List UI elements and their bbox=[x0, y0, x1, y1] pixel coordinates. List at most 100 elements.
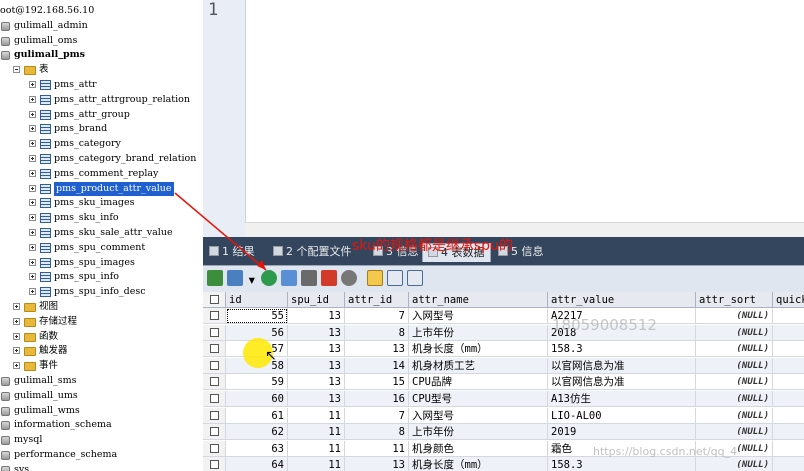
cell-spu_id[interactable]: 11 bbox=[288, 407, 345, 424]
cell-attr_value[interactable]: A13仿生 bbox=[548, 391, 696, 407]
table-row[interactable]: 58 13 14 机身材质工艺 以官网信息为准 (NULL) bbox=[203, 357, 804, 374]
cell-attr_sort[interactable]: (NULL) bbox=[696, 424, 773, 441]
cell-spu_id[interactable]: 11 bbox=[288, 424, 345, 441]
table-row[interactable]: 57 13 13 机身长度（mm） 158.3 (NULL) bbox=[203, 341, 804, 358]
cell-attr_id[interactable]: 16 bbox=[345, 391, 409, 407]
cell-spu_id[interactable]: 11 bbox=[288, 440, 345, 457]
expand-icon[interactable] bbox=[29, 125, 36, 133]
checkbox-icon[interactable] bbox=[209, 443, 219, 453]
cell-quick[interactable] bbox=[773, 374, 804, 391]
cell-quick[interactable] bbox=[773, 391, 804, 407]
cell-attr_value[interactable]: 以官网信息为准 bbox=[548, 374, 696, 391]
cell-attr_name[interactable]: 机身长度（mm） bbox=[409, 341, 548, 358]
expand-icon[interactable] bbox=[29, 110, 36, 118]
column-header-attr_id[interactable]: attr_id bbox=[345, 292, 409, 308]
cancel-icon[interactable] bbox=[341, 270, 357, 286]
checkbox-icon[interactable] bbox=[209, 344, 219, 354]
checkbox-icon[interactable] bbox=[209, 311, 219, 320]
row-checkbox[interactable] bbox=[203, 407, 226, 424]
cell-quick[interactable] bbox=[773, 308, 804, 324]
cell-attr_name[interactable]: 入网型号 bbox=[409, 308, 548, 324]
cell-spu_id[interactable]: 13 bbox=[288, 341, 345, 358]
expand-icon[interactable] bbox=[29, 258, 36, 266]
column-header-attr_name[interactable]: attr_name bbox=[409, 292, 548, 308]
cell-id[interactable]: 59 bbox=[226, 374, 288, 391]
row-checkbox[interactable] bbox=[203, 357, 226, 374]
cell-attr_sort[interactable]: (NULL) bbox=[696, 407, 773, 424]
cell-attr_name[interactable]: 上市年份 bbox=[409, 424, 548, 441]
cell-quick[interactable] bbox=[773, 440, 804, 457]
cell-attr_name[interactable]: 入网型号 bbox=[409, 407, 548, 424]
checkbox-icon[interactable] bbox=[209, 410, 219, 420]
cell-id[interactable]: 55 bbox=[226, 308, 288, 324]
checkbox-icon[interactable] bbox=[209, 327, 219, 337]
cell-attr_id[interactable]: 8 bbox=[345, 424, 409, 441]
cell-attr_value[interactable]: 以官网信息为准 bbox=[548, 357, 696, 374]
cell-attr_sort[interactable]: (NULL) bbox=[696, 357, 773, 374]
expand-icon[interactable] bbox=[13, 303, 20, 310]
cell-attr_value[interactable]: LIO-AL00 bbox=[548, 407, 696, 424]
column-header-quick[interactable]: quick bbox=[773, 292, 804, 308]
cell-attr_name[interactable]: 机身长度（mm） bbox=[409, 457, 548, 471]
expand-icon[interactable] bbox=[29, 155, 36, 162]
import-icon[interactable] bbox=[227, 270, 243, 286]
cell-attr_sort[interactable]: (NULL) bbox=[696, 308, 773, 324]
column-header-id[interactable]: id bbox=[226, 292, 288, 308]
cell-attr_name[interactable]: 机身材质工艺 bbox=[409, 357, 548, 374]
cell-id[interactable]: 62 bbox=[226, 424, 288, 441]
expand-icon[interactable] bbox=[29, 243, 36, 251]
row-checkbox[interactable] bbox=[203, 324, 226, 341]
cell-id[interactable]: 63 bbox=[226, 440, 288, 457]
cell-quick[interactable] bbox=[773, 424, 804, 441]
checkbox-icon[interactable] bbox=[209, 360, 219, 370]
row-checkbox[interactable] bbox=[203, 341, 226, 358]
cell-attr_id[interactable]: 15 bbox=[345, 374, 409, 391]
cell-attr_value[interactable]: 158.3 bbox=[548, 341, 696, 358]
cell-attr_id[interactable]: 8 bbox=[345, 324, 409, 341]
row-checkbox[interactable] bbox=[203, 391, 226, 407]
save-icon[interactable] bbox=[301, 270, 317, 286]
column-header-spu_id[interactable]: spu_id bbox=[288, 292, 345, 308]
form-view-icon[interactable] bbox=[387, 270, 403, 286]
select-all-checkbox[interactable] bbox=[203, 292, 226, 308]
grid-view-icon[interactable] bbox=[367, 270, 383, 286]
cell-spu_id[interactable]: 11 bbox=[288, 457, 345, 471]
cell-spu_id[interactable]: 13 bbox=[288, 324, 345, 341]
cell-spu_id[interactable]: 13 bbox=[288, 357, 345, 374]
table-row[interactable]: 59 13 15 CPU品牌 以官网信息为准 (NULL) bbox=[203, 374, 804, 391]
checkbox-icon[interactable] bbox=[209, 295, 219, 304]
chevron-down-icon[interactable]: ▾ bbox=[247, 270, 257, 289]
tab-profile[interactable]: 2 个配置文件 bbox=[273, 243, 352, 261]
expand-icon[interactable] bbox=[29, 214, 36, 222]
cell-attr_name[interactable]: 上市年份 bbox=[409, 324, 548, 341]
cell-attr_id[interactable]: 13 bbox=[345, 341, 409, 358]
cell-attr_name[interactable]: CPU品牌 bbox=[409, 374, 548, 391]
expand-icon[interactable] bbox=[13, 317, 20, 325]
cell-attr_sort[interactable]: (NULL) bbox=[696, 324, 773, 341]
cell-spu_id[interactable]: 13 bbox=[288, 308, 345, 324]
expand-icon[interactable] bbox=[29, 95, 36, 103]
column-header-attr_value[interactable]: attr_value bbox=[548, 292, 696, 308]
cell-attr_value[interactable]: 2019 bbox=[548, 424, 696, 441]
duplicate-row-icon[interactable] bbox=[281, 270, 297, 286]
expand-icon[interactable] bbox=[29, 140, 36, 148]
checkbox-icon[interactable] bbox=[209, 427, 219, 437]
cell-quick[interactable] bbox=[773, 324, 804, 341]
expand-icon[interactable] bbox=[13, 347, 20, 355]
table-row[interactable]: 61 11 7 入网型号 LIO-AL00 (NULL) bbox=[203, 407, 804, 424]
table-row[interactable]: 56 13 8 上市年份 2018 (NULL) bbox=[203, 324, 804, 341]
cell-attr_id[interactable]: 11 bbox=[345, 440, 409, 457]
cell-attr_value[interactable]: 158.3 bbox=[548, 457, 696, 471]
row-checkbox[interactable] bbox=[203, 457, 226, 471]
cell-quick[interactable] bbox=[773, 457, 804, 471]
delete-icon[interactable] bbox=[321, 270, 337, 286]
checkbox-icon[interactable] bbox=[209, 394, 219, 403]
table-row[interactable]: 64 11 13 机身长度（mm） 158.3 (NULL) bbox=[203, 457, 804, 471]
table-row[interactable]: 60 13 16 CPU型号 A13仿生 (NULL) bbox=[203, 391, 804, 407]
column-header-attr_sort[interactable]: attr_sort bbox=[696, 292, 773, 308]
cell-id[interactable]: 64 bbox=[226, 457, 288, 471]
expand-icon[interactable] bbox=[13, 332, 20, 340]
expand-icon[interactable] bbox=[29, 184, 36, 192]
add-row-icon[interactable] bbox=[261, 270, 277, 286]
sql-editor[interactable]: 1 bbox=[203, 0, 804, 237]
